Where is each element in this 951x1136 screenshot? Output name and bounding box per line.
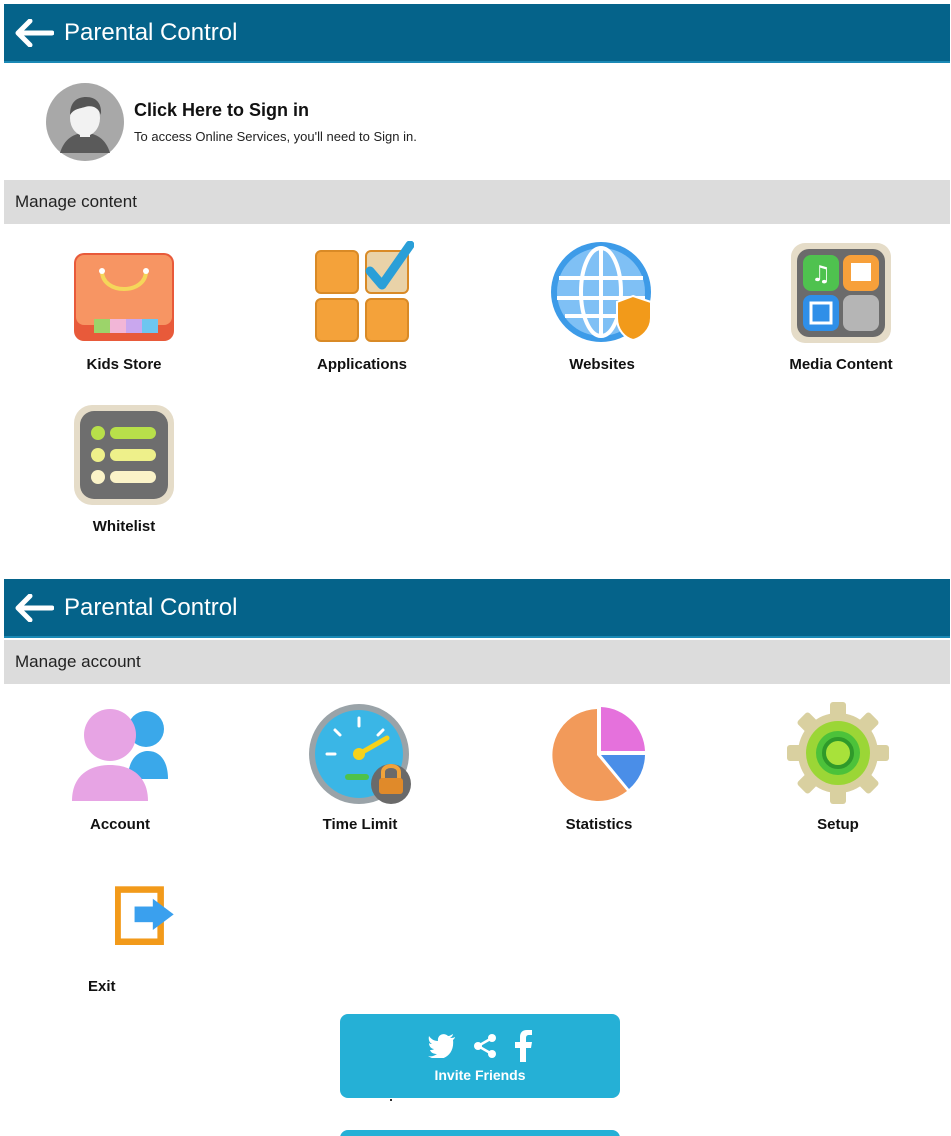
share-icon[interactable] xyxy=(472,1033,498,1059)
tile-kids-store[interactable]: Kids Store xyxy=(34,238,214,388)
svg-text:♫: ♫ xyxy=(811,262,831,287)
next-button-partial[interactable] xyxy=(340,1130,620,1136)
tile-statistics[interactable]: Statistics xyxy=(509,698,689,848)
user-accounts-icon xyxy=(72,709,168,801)
pie-chart-icon xyxy=(552,707,645,801)
invite-friends-label: Invite Friends xyxy=(434,1067,526,1083)
twitter-icon[interactable] xyxy=(428,1034,456,1058)
app-bar: Parental Control xyxy=(4,4,950,63)
sign-in-title: Click Here to Sign in xyxy=(134,100,310,120)
tile-account[interactable]: Account xyxy=(30,698,210,848)
shopping-bag-icon xyxy=(74,253,174,341)
arrow-left-icon xyxy=(15,593,54,622)
checklist-icon xyxy=(74,405,174,505)
invite-friends-button[interactable]: Invite Friends xyxy=(340,1014,620,1098)
exit-door-icon xyxy=(115,886,174,945)
section-header-manage-content: Manage content xyxy=(4,180,950,224)
app-bar: Parental Control xyxy=(4,579,950,638)
media-folder-icon: ♫ xyxy=(791,243,891,343)
tile-label: Setup xyxy=(817,816,859,833)
user-avatar-icon xyxy=(46,83,124,161)
tile-exit[interactable]: Exit xyxy=(30,860,210,1010)
tile-label: Websites xyxy=(569,356,635,373)
tile-label: Kids Store xyxy=(86,356,162,373)
tile-whitelist[interactable]: Whitelist xyxy=(34,400,214,550)
tile-label: Media Content xyxy=(789,356,893,373)
app-title: Parental Control xyxy=(64,593,238,621)
gear-icon xyxy=(787,702,889,804)
tile-websites[interactable]: Websites xyxy=(512,238,692,388)
tile-applications[interactable]: Applications xyxy=(272,238,452,388)
avatar xyxy=(46,83,124,161)
globe-shield-icon xyxy=(551,242,652,342)
cursor-dot xyxy=(390,1099,392,1101)
apps-grid-icon xyxy=(315,241,414,342)
speedometer-lock-icon xyxy=(309,704,411,804)
app-title: Parental Control xyxy=(64,18,238,46)
sign-in-row[interactable]: Click Here to Sign in To access Online S… xyxy=(4,66,950,178)
facebook-icon[interactable] xyxy=(514,1030,532,1062)
tile-setup[interactable]: Setup xyxy=(748,698,928,848)
back-button[interactable] xyxy=(4,578,64,637)
sign-in-subtitle: To access Online Services, you'll need t… xyxy=(134,129,417,144)
tile-label: Time Limit xyxy=(322,816,398,833)
arrow-left-icon xyxy=(15,18,54,47)
tile-label: Applications xyxy=(316,356,407,373)
tile-label: Whitelist xyxy=(92,518,156,535)
tile-label: Account xyxy=(90,816,150,833)
section-header-manage-account: Manage account xyxy=(4,640,950,684)
tile-media-content[interactable]: ♫ Media Content xyxy=(751,238,931,388)
tile-label: Statistics xyxy=(565,816,633,833)
tile-label: Exit xyxy=(88,978,116,995)
tile-time-limit[interactable]: Time Limit xyxy=(270,698,450,848)
back-button[interactable] xyxy=(4,3,64,62)
